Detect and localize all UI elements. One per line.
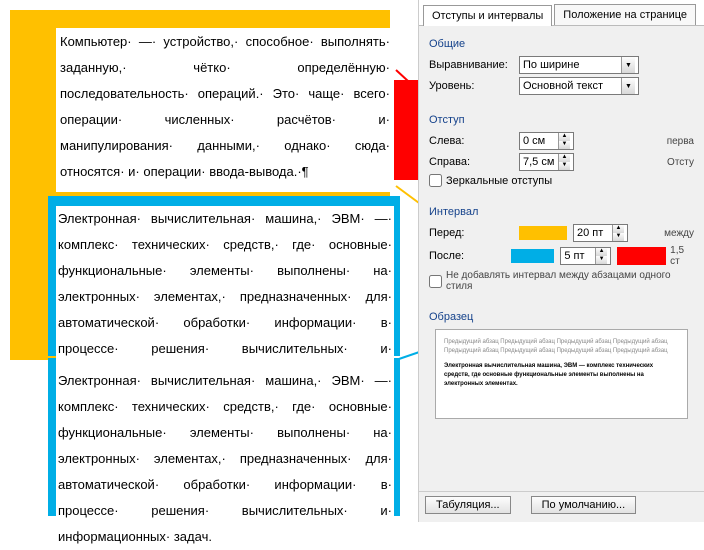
indent-right-label: Справа: (429, 156, 519, 168)
group-interval-title: Интервал (429, 206, 694, 218)
group-general-title: Общие (429, 38, 694, 50)
no-space-label: Не добавлять интервал между абзацами одн… (446, 270, 694, 292)
default-button[interactable]: По умолчанию... (531, 496, 637, 514)
spin-down-icon[interactable]: ▼ (613, 233, 624, 241)
line-spacing-color-chip (617, 247, 666, 265)
paragraph-3: Электронная· вычислительная· машина,· ЭВ… (56, 368, 394, 550)
para1-text: Компьютер· —· устройство,· способное· вы… (58, 28, 392, 186)
level-label: Уровень: (429, 80, 519, 92)
spin-up-icon[interactable]: ▲ (596, 248, 607, 256)
sample-preview: Предыдущий абзац Предыдущий абзац Предыд… (435, 329, 688, 419)
sample-bold-text: Электронная вычислительная машина, ЭВМ —… (444, 362, 679, 389)
chevron-down-icon: ▼ (621, 78, 635, 94)
spin-down-icon[interactable]: ▼ (559, 141, 570, 149)
tab-indents[interactable]: Отступы и интервалы (423, 5, 552, 26)
alignment-value: По ширине (523, 59, 580, 71)
before-color-chip (519, 226, 567, 240)
after-value: 5 пт (564, 250, 584, 262)
after-color-chip (511, 249, 555, 263)
indent-right-value: 7,5 см (523, 156, 554, 168)
spin-down-icon[interactable]: ▼ (596, 256, 607, 264)
tab-strip: Отступы и интервалы Положение на страниц… (419, 0, 704, 26)
group-sample-title: Образец (429, 311, 694, 323)
chevron-down-icon: ▼ (621, 57, 635, 73)
spin-up-icon[interactable]: ▲ (559, 133, 570, 141)
indent-left-label: Слева: (429, 135, 519, 147)
first-line-label: перва (667, 136, 694, 147)
line-spacing-value: 1,5 ст (670, 245, 694, 267)
sample-grey-text: Предыдущий абзац Предыдущий абзац Предыд… (444, 338, 679, 356)
paragraph-1: Компьютер· —· устройство,· способное· вы… (56, 28, 394, 192)
indent-left-value: 0 см (523, 135, 545, 147)
spin-up-icon[interactable]: ▲ (559, 154, 570, 162)
indent-left-spin[interactable]: 0 см ▲▼ (519, 132, 574, 150)
first-indent-type-label: Отсту (667, 157, 694, 168)
paragraph-2: Электронная· вычислительная· машина,· ЭВ… (56, 206, 394, 388)
spin-down-icon[interactable]: ▼ (559, 162, 570, 170)
level-combo[interactable]: Основной текст ▼ (519, 77, 639, 95)
alignment-label: Выравнивание: (429, 59, 519, 71)
after-label: После: (429, 250, 511, 262)
line-spacing-label: между (664, 228, 694, 239)
after-spin[interactable]: 5 пт ▲▼ (560, 247, 611, 265)
tabulation-button[interactable]: Табуляция... (425, 496, 511, 514)
before-spin[interactable]: 20 пт ▲▼ (573, 224, 628, 242)
group-indent-title: Отступ (429, 114, 694, 126)
mirror-indents-label: Зеркальные отступы (446, 175, 552, 187)
paragraph-dialog: Отступы и интервалы Положение на страниц… (418, 0, 704, 522)
before-label: Перед: (429, 227, 519, 239)
tab-position[interactable]: Положение на странице (554, 4, 696, 25)
spin-up-icon[interactable]: ▲ (613, 225, 624, 233)
alignment-combo[interactable]: По ширине ▼ (519, 56, 639, 74)
indent-right-spin[interactable]: 7,5 см ▲▼ (519, 153, 574, 171)
no-space-checkbox[interactable] (429, 275, 442, 288)
dialog-buttons: Табуляция... По умолчанию... (419, 491, 704, 518)
mirror-indents-checkbox[interactable] (429, 174, 442, 187)
before-value: 20 пт (577, 227, 603, 239)
document-preview: Компьютер· —· устройство,· способное· вы… (0, 0, 410, 522)
level-value: Основной текст (523, 80, 603, 92)
